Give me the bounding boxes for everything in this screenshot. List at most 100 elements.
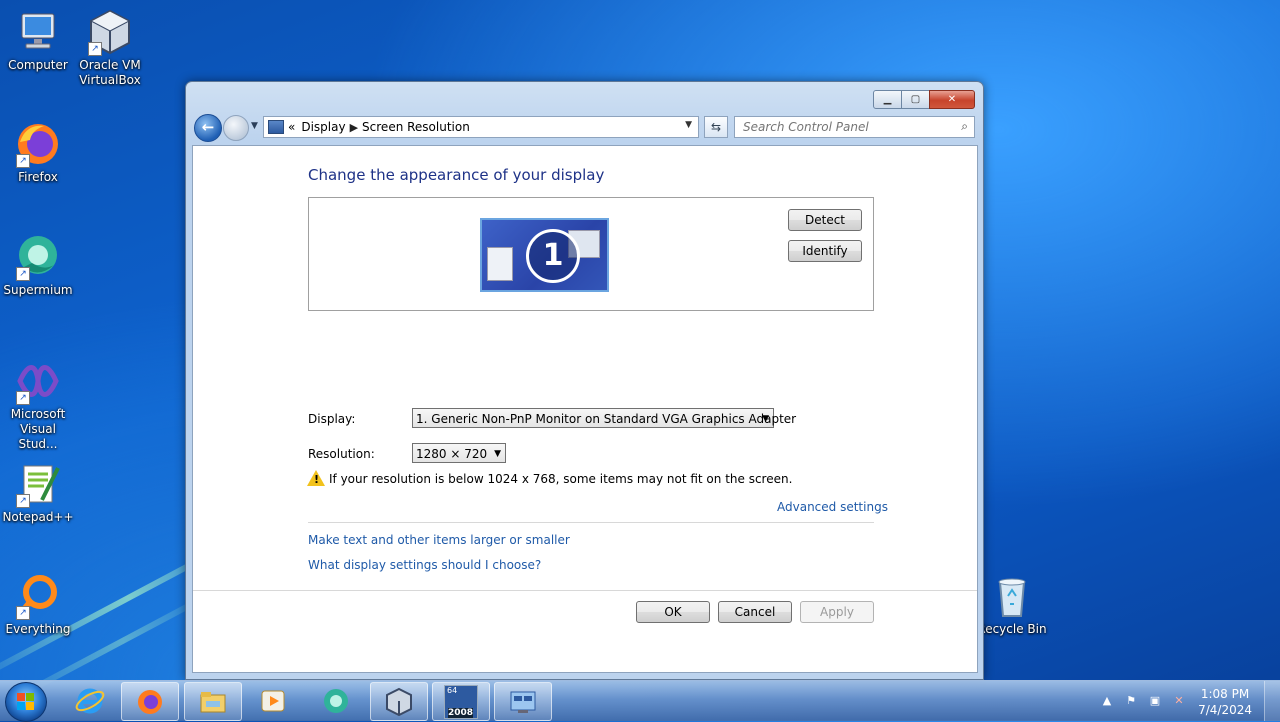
identify-button[interactable]: Identify	[788, 240, 862, 262]
taskbar-internet-explorer[interactable]	[62, 682, 118, 719]
shortcut-arrow-icon: ↗	[16, 267, 30, 281]
desktop-icon-recycle-bin[interactable]: Recycle Bin	[974, 572, 1050, 637]
supermium-icon: ↗	[14, 233, 62, 281]
desktop-icon-notepadpp[interactable]: ↗ Notepad++	[0, 460, 76, 525]
apply-button[interactable]: Apply	[800, 601, 874, 623]
clock[interactable]: 1:08 PM 7/4/2024	[1198, 686, 1252, 718]
refresh-icon: ⇆	[710, 120, 722, 134]
breadcrumb-screen-resolution[interactable]: Screen Resolution	[362, 120, 470, 134]
computer-icon	[14, 8, 62, 56]
ok-button[interactable]: OK	[636, 601, 710, 623]
virtualbox-icon	[386, 687, 412, 716]
show-hidden-icons-icon[interactable]: ▲	[1100, 694, 1114, 708]
detect-button[interactable]: Detect	[788, 209, 862, 231]
server-2008-icon: 64 2008	[444, 684, 478, 719]
preview-window-icon	[487, 247, 513, 281]
desktop-icon-computer[interactable]: Computer	[0, 8, 76, 73]
taskbar-firefox[interactable]	[121, 682, 179, 721]
screen-resolution-window: ▁ ▢ ✕ ← ▼ « Display ▶ Screen Resolution …	[185, 81, 984, 680]
display-settings-help-link[interactable]: What display settings should I choose?	[308, 558, 541, 572]
everything-icon: ↗	[14, 572, 62, 620]
navigation-bar: ← ▼ « Display ▶ Screen Resolution ▼ ⇆ ⌕	[194, 114, 975, 142]
desktop-icon-visual-studio[interactable]: ↗ Microsoft Visual Stud...	[0, 357, 76, 452]
maximize-button[interactable]: ▢	[901, 90, 930, 109]
desktop-icon-firefox[interactable]: ↗ Firefox	[0, 120, 76, 185]
display-label: Display:	[308, 412, 356, 426]
control-panel-icon	[268, 120, 284, 134]
refresh-button[interactable]: ⇆	[704, 116, 728, 138]
desktop-icon-label: Computer	[8, 58, 68, 72]
taskbar-media-player[interactable]	[245, 682, 301, 719]
text-size-link[interactable]: Make text and other items larger or smal…	[308, 533, 570, 547]
content-area: Change the appearance of your display 1 …	[192, 145, 978, 673]
desktop-icon-label: Firefox	[18, 170, 58, 184]
taskbar-supermium[interactable]	[308, 682, 364, 719]
desktop-icon-virtualbox[interactable]: ↗ Oracle VM VirtualBox	[72, 8, 148, 88]
clock-time: 1:08 PM	[1200, 687, 1250, 701]
clock-date: 7/4/2024	[1198, 703, 1252, 717]
firefox-icon	[138, 689, 162, 714]
taskbar-windows-explorer[interactable]	[184, 682, 242, 721]
breadcrumb-prefix[interactable]: «	[288, 120, 295, 134]
display-preview: 1 Detect Identify	[308, 197, 874, 311]
display-dropdown-value: 1. Generic Non-PnP Monitor on Standard V…	[416, 412, 797, 426]
monitor-number: 1	[526, 229, 580, 283]
minimize-button[interactable]: ▁	[873, 90, 902, 109]
desktop-icon-label: Recycle Bin	[977, 622, 1047, 636]
back-arrow-icon: ←	[201, 118, 215, 136]
action-center-flag-icon[interactable]: ⚑	[1124, 694, 1138, 708]
notepadpp-icon: ↗	[14, 460, 62, 508]
desktop-icon-label: Notepad++	[2, 510, 74, 524]
taskbar-virtualbox[interactable]	[370, 682, 428, 721]
shortcut-arrow-icon: ↗	[16, 606, 30, 620]
chevron-down-icon: ▼	[762, 414, 769, 424]
desktop-icon-label: Oracle VM VirtualBox	[79, 58, 141, 87]
breadcrumb-display[interactable]: Display	[301, 120, 345, 134]
monitor-1-thumbnail[interactable]: 1	[480, 218, 609, 292]
resolution-dropdown-value: 1280 × 720	[416, 447, 488, 461]
back-button[interactable]: ←	[194, 114, 222, 142]
resolution-dropdown[interactable]: 1280 × 720 ▼	[412, 443, 506, 463]
recycle-bin-icon	[988, 572, 1036, 620]
show-desktop-button[interactable]	[1264, 681, 1280, 721]
volume-muted-icon[interactable]: ✕	[1172, 694, 1186, 708]
start-button[interactable]	[5, 682, 47, 722]
close-icon: ✕	[947, 94, 957, 105]
desktop-icon-everything[interactable]: ↗ Everything	[0, 572, 76, 637]
visual-studio-icon: ↗	[14, 357, 62, 405]
chevron-down-icon: ▼	[494, 449, 501, 459]
network-icon[interactable]: ▣	[1148, 694, 1162, 708]
display-dropdown[interactable]: 1. Generic Non-PnP Monitor on Standard V…	[412, 408, 796, 428]
shortcut-arrow-icon: ↗	[16, 154, 30, 168]
badge-64: 64	[447, 685, 458, 695]
desktop-icon-label: Microsoft Visual Stud...	[10, 407, 66, 451]
address-bar[interactable]: « Display ▶ Screen Resolution ▼	[263, 116, 699, 138]
taskbar-server-2008[interactable]: 64 2008	[432, 682, 490, 721]
close-button[interactable]: ✕	[929, 90, 975, 109]
recent-pages-dropdown[interactable]: ▼	[251, 121, 258, 131]
badge-2008: 2008	[448, 707, 474, 718]
shortcut-arrow-icon: ↗	[88, 42, 102, 56]
search-input[interactable]	[741, 117, 950, 137]
forward-button[interactable]	[223, 115, 249, 141]
search-box[interactable]: ⌕	[734, 116, 975, 138]
advanced-settings-link[interactable]: Advanced settings	[777, 500, 888, 514]
virtualbox-icon: ↗	[86, 8, 134, 56]
desktop-icon-supermium[interactable]: ↗ Supermium	[0, 233, 76, 298]
media-player-icon	[261, 690, 285, 711]
cancel-button[interactable]: Cancel	[718, 601, 792, 623]
warning-exclamation-icon: !	[314, 473, 320, 486]
resolution-warning-text: If your resolution is below 1024 x 768, …	[329, 472, 793, 486]
taskbar-control-panel[interactable]	[494, 682, 552, 721]
breadcrumb-separator-icon[interactable]: ▶	[350, 121, 358, 134]
divider	[193, 590, 977, 591]
maximize-icon: ▢	[910, 94, 921, 105]
address-dropdown-icon[interactable]: ▼	[685, 120, 692, 130]
search-icon[interactable]: ⌕	[961, 119, 968, 134]
minimize-icon: ▁	[883, 94, 892, 105]
taskbar: 64 2008 ▲ ⚑ ▣ ✕ 1:08 PM 7/4/2024	[0, 680, 1280, 722]
windows-logo-icon	[17, 693, 35, 711]
shortcut-arrow-icon: ↗	[16, 391, 30, 405]
desktop-icon-label: Everything	[5, 622, 71, 636]
explorer-icon	[200, 691, 226, 712]
